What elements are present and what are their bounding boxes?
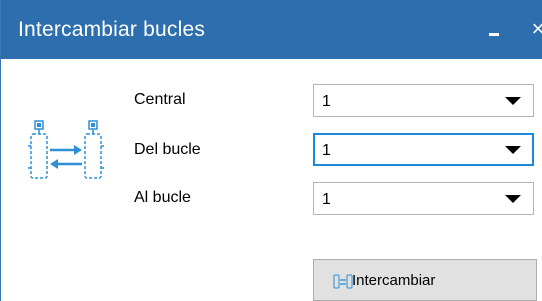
minimize-icon <box>489 33 499 36</box>
swap-button-label: Intercambiar <box>352 272 436 289</box>
close-button[interactable]: × <box>526 14 542 44</box>
al-bucle-label: Al bucle <box>134 189 191 206</box>
window-title: Intercambiar bucles <box>18 18 206 41</box>
del-bucle-label: Del bucle <box>134 141 201 158</box>
del-bucle-select[interactable]: 1 <box>313 133 534 166</box>
minimize-button[interactable] <box>482 14 506 44</box>
swap-button[interactable]: Intercambiar <box>313 259 537 301</box>
chevron-down-icon <box>505 195 521 203</box>
title-bar[interactable]: Intercambiar bucles × <box>1 0 542 59</box>
al-bucle-select[interactable]: 1 <box>313 182 534 215</box>
chevron-down-icon <box>505 146 521 154</box>
del-bucle-value: 1 <box>322 142 331 159</box>
swap-loops-dialog: Intercambiar bucles × Central 1 Del bucl… <box>0 0 542 301</box>
central-select[interactable]: 1 <box>313 84 534 117</box>
chevron-down-icon <box>505 97 521 105</box>
central-label: Central <box>134 91 186 108</box>
al-bucle-value: 1 <box>322 191 331 208</box>
central-value: 1 <box>322 93 331 110</box>
loop-swap-icon <box>28 120 104 179</box>
swap-icon <box>333 274 353 289</box>
